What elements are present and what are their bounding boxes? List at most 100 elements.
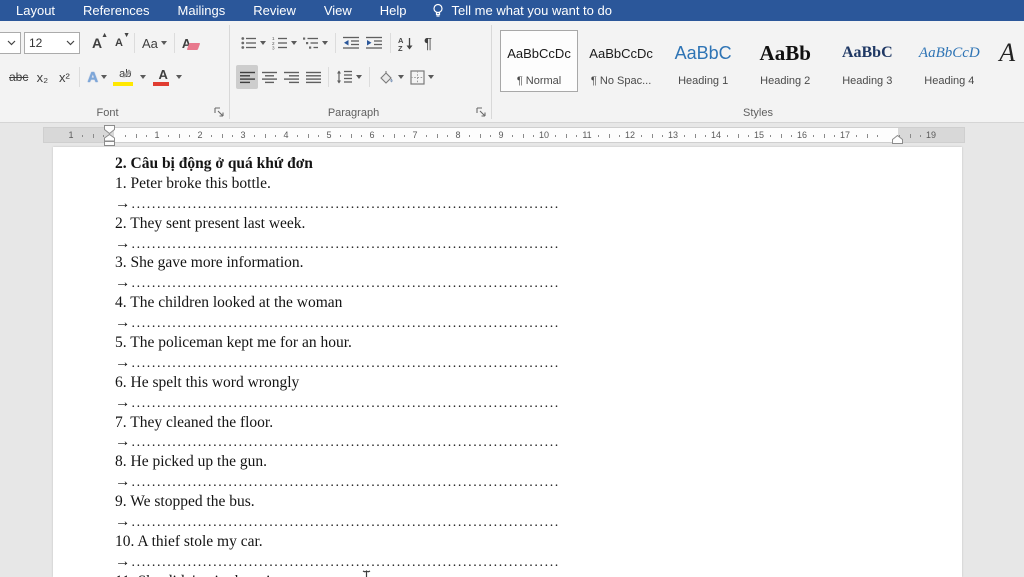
superscript-glyph: x² [58,69,70,85]
ruler-number: 14 [710,130,722,140]
tab-review[interactable]: Review [239,0,310,21]
style-heading-3[interactable]: AaBbC Heading 3 [828,30,906,92]
ruler-tick [780,133,782,138]
sentence-10: 10. A thief stole my car. [115,532,263,550]
ruler-tick [748,135,750,137]
paragraph-dialog-launcher[interactable] [475,106,487,118]
numbered-list-icon: 1 2 3 [272,36,287,50]
shrink-font-glyph: A [115,36,123,49]
increase-indent-button[interactable] [363,31,386,55]
document-page[interactable]: 2. Câu bị động ở quá khứ đơn 1. Peter bro… [53,147,962,577]
style-heading-1[interactable]: AaBbC Heading 1 [664,30,742,92]
dotted-leader: ........................................… [131,435,560,451]
ruler-tick [146,135,148,137]
align-center-button[interactable] [258,65,280,89]
answer-line-3: →.......................................… [115,273,615,293]
style-no-spacing[interactable]: AaBbCcDc ¶ No Spac... [582,30,660,92]
ruler-tick [877,135,879,137]
ruler-tick [361,135,363,137]
show-hide-pilcrow-button[interactable]: ¶ [417,31,439,55]
subscript-glyph: x₂ [36,69,49,85]
shading-button[interactable] [374,65,407,89]
style-preview: AaBbCcDc [589,45,653,61]
bullets-button[interactable] [238,31,269,55]
right-indent-marker[interactable] [892,135,903,144]
superscript-button[interactable]: x² [53,65,75,89]
tab-view[interactable]: View [310,0,366,21]
change-case-button[interactable]: Aa [139,31,170,55]
ruler-tick [920,135,922,137]
align-right-button[interactable] [280,65,302,89]
shrink-font-button[interactable]: A ▼ [108,31,130,55]
text-highlight-button[interactable]: ab [110,65,147,89]
divider [173,33,175,53]
dotted-leader: ........................................… [131,395,560,411]
ruler-tick [565,133,567,138]
ruler-number: 3 [240,130,246,140]
line-spacing-icon [337,70,352,84]
dropdown-arrow-icon [160,41,167,45]
bullet-list-icon [241,37,256,49]
eraser-icon [187,42,201,50]
align-right-icon [283,71,299,83]
answer-line-4: →.......................................… [115,313,615,333]
decrease-indent-button[interactable] [340,31,363,55]
clear-formatting-button[interactable]: A [179,31,202,55]
ruler-tick [812,135,814,137]
tell-me-box[interactable]: Tell me what you want to do [431,3,612,19]
ruler-tick [769,135,771,137]
up-caret-icon: ▲ [101,32,108,39]
align-left-button[interactable] [236,65,258,89]
ruler-tick [135,133,137,138]
svg-text:3: 3 [272,46,275,50]
highlight-color-bar [113,82,134,86]
ruler-tick [640,135,642,137]
text-effects-button[interactable]: A [84,65,110,89]
arrow-glyph: → [115,433,131,451]
increase-indent-icon [366,36,382,49]
style-heading-2[interactable]: AaBb Heading 2 [746,30,824,92]
style-next-partial[interactable]: A [992,30,1022,92]
ruler-tick [92,133,94,138]
sentence-6: 6. He spelt this word wrongly [115,373,300,391]
font-size-combo[interactable]: 12 [24,32,80,54]
strikethrough-button[interactable]: abc [6,65,31,89]
ruler-tick [232,135,234,137]
ruler-number: 5 [326,130,332,140]
font-name-combo[interactable] [0,32,21,54]
dotted-leader: ........................................… [131,276,560,292]
arrow-glyph: → [115,513,131,531]
ruler-tick [651,133,653,138]
borders-button[interactable] [407,65,437,89]
style-normal[interactable]: AaBbCcDc ¶ Normal [500,30,579,92]
grow-font-button[interactable]: A ▲ [86,31,108,55]
justify-button[interactable] [302,65,324,89]
document-content: 2. Câu bị động ở quá khứ đơn 1. Peter bro… [115,154,615,577]
tab-references[interactable]: References [69,0,163,21]
ruler-tick [404,135,406,137]
ruler-tick [726,135,728,137]
tell-me-label: Tell me what you want to do [451,3,612,18]
indent-markers[interactable] [104,125,115,146]
font-color-bar [153,82,170,86]
align-center-icon [261,71,277,83]
ruler-tick [619,135,621,137]
multilevel-list-button[interactable] [300,31,331,55]
line-spacing-button[interactable] [333,65,365,89]
arrow-glyph: → [115,353,131,371]
font-color-button[interactable]: A [150,65,183,89]
font-color-glyph: A [158,66,168,82]
sort-button[interactable]: A Z [395,31,417,55]
dropdown-arrow-icon [356,75,362,79]
ruler-tick [823,133,825,138]
tab-layout[interactable]: Layout [2,0,69,21]
font-dialog-launcher[interactable] [213,106,225,118]
tab-mailings[interactable]: Mailings [164,0,240,21]
ruler-tick [436,133,438,138]
tab-help[interactable]: Help [366,0,421,21]
word-window: Layout References Mailings Review View Help T… [0,0,1024,577]
style-heading-4[interactable]: AaBbCcD Heading 4 [910,30,988,92]
numbering-button[interactable]: 1 2 3 [269,31,300,55]
ruler-tick [522,133,524,138]
subscript-button[interactable]: x₂ [31,65,53,89]
